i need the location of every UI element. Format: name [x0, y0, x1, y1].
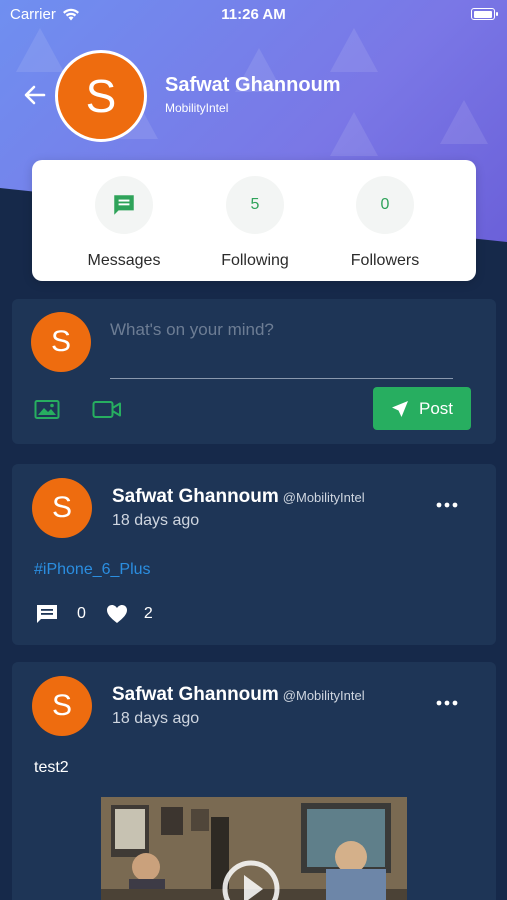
stat-followers[interactable]: 0 Followers: [315, 176, 455, 270]
status-time: 11:26 AM: [221, 6, 286, 23]
stat-label: Following: [221, 252, 289, 269]
video-icon[interactable]: [92, 399, 122, 421]
post-author[interactable]: Safwat Ghannoum @MobilityIntel: [112, 684, 365, 706]
post-hashtag[interactable]: #iPhone_6_Plus: [34, 561, 151, 579]
post-time: 18 days ago: [112, 710, 200, 727]
status-bar: Carrier 11:26 AM: [0, 0, 507, 30]
messages-circle: [95, 176, 153, 234]
post-actions: 0 2: [36, 604, 153, 624]
post-card: S Safwat Ghannoum @MobilityIntel 18 days …: [12, 464, 496, 645]
stat-label: Followers: [350, 252, 420, 269]
message-icon: [114, 195, 134, 215]
battery-icon: [471, 8, 498, 20]
heart-icon[interactable]: [106, 604, 128, 624]
stat-messages[interactable]: Messages: [54, 176, 194, 270]
profile-avatar[interactable]: S: [55, 50, 147, 142]
send-icon: [391, 400, 408, 417]
post-time: 18 days ago: [112, 512, 200, 529]
stats-card: Messages 5 Following 0 Followers: [32, 160, 476, 281]
more-options-icon[interactable]: [436, 700, 458, 706]
post-author-name[interactable]: Safwat Ghannoum: [112, 486, 279, 507]
decor-triangle: [330, 112, 378, 156]
video-scene-image: [101, 797, 407, 900]
image-icon[interactable]: [34, 399, 60, 421]
video-thumbnail[interactable]: [101, 797, 407, 900]
back-arrow-icon[interactable]: [22, 82, 48, 108]
status-input[interactable]: [110, 317, 453, 379]
post-avatar[interactable]: S: [32, 478, 92, 538]
post-button-label: Post: [418, 398, 454, 418]
post-button[interactable]: Post: [373, 387, 471, 430]
stat-following[interactable]: 5 Following: [185, 176, 325, 270]
post-card: S Safwat Ghannoum @MobilityIntel 18 days …: [12, 662, 496, 900]
following-count: 5: [226, 176, 284, 234]
profile-handle: MobilityIntel: [165, 101, 229, 115]
decor-triangle: [440, 100, 488, 144]
post-author-name[interactable]: Safwat Ghannoum: [112, 684, 279, 705]
post-author-handle[interactable]: @MobilityIntel: [283, 688, 365, 703]
post-text: test2: [34, 759, 69, 776]
post-avatar[interactable]: S: [32, 676, 92, 736]
decor-triangle: [330, 28, 378, 72]
composer-card: S Post: [12, 299, 496, 444]
comment-icon[interactable]: [36, 604, 58, 624]
decor-triangle: [16, 28, 64, 72]
profile-name: Safwat Ghannoum: [165, 74, 341, 96]
post-author-handle[interactable]: @MobilityIntel: [283, 490, 365, 505]
more-options-icon[interactable]: [436, 502, 458, 508]
stat-label: Messages: [87, 252, 161, 269]
composer-avatar: S: [31, 312, 91, 372]
followers-count: 0: [356, 176, 414, 234]
post-author[interactable]: Safwat Ghannoum @MobilityIntel: [112, 486, 365, 508]
like-count: 2: [143, 605, 153, 622]
comment-count: 0: [77, 605, 86, 622]
